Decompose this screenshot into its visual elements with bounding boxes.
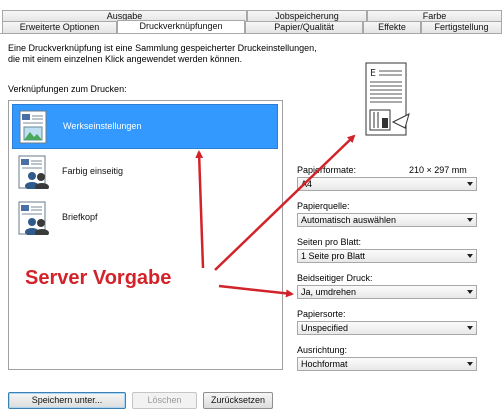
- arrow-to-page-preview: [214, 134, 356, 271]
- arrow-to-duplex-select: [218, 284, 294, 298]
- arrow-to-shortcut: [195, 150, 205, 269]
- annotation-arrows: [195, 134, 356, 298]
- tab-druckverknuepfungen[interactable]: Druckverknüpfungen: [117, 20, 245, 33]
